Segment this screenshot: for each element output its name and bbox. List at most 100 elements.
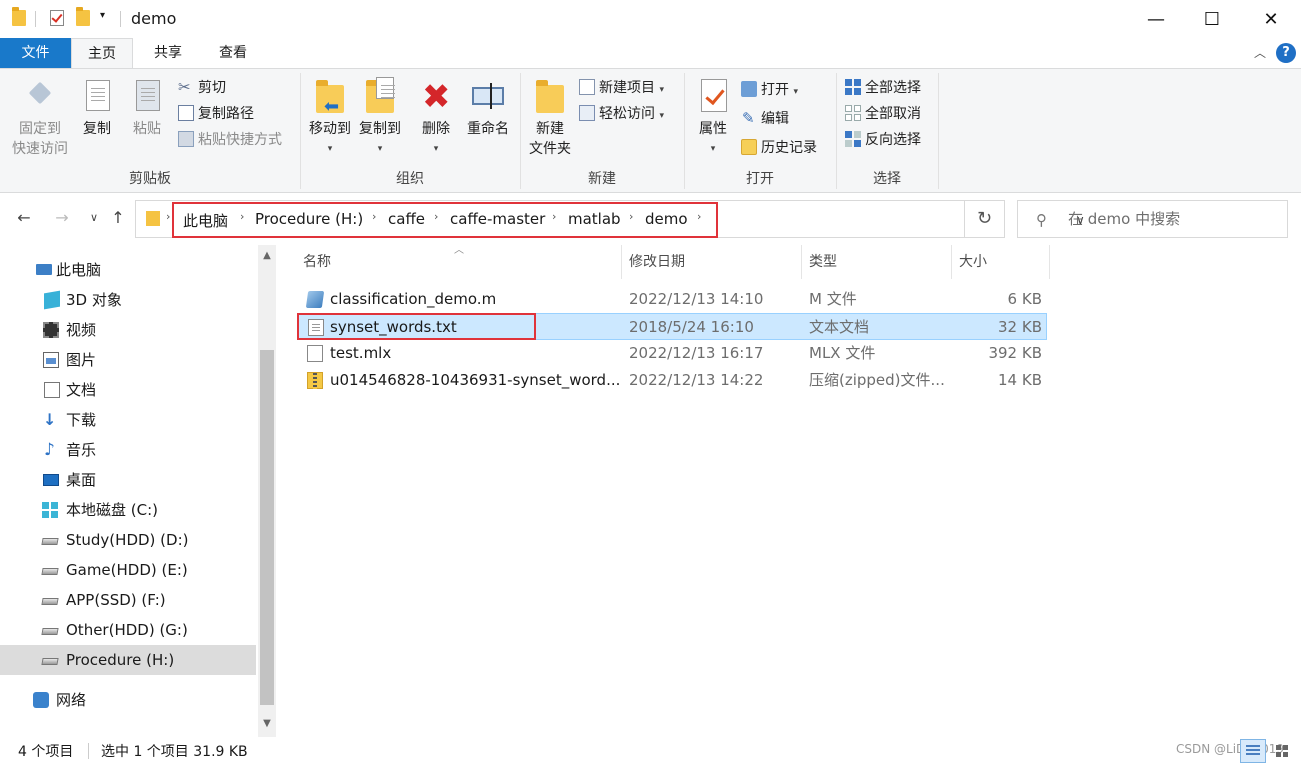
nav-item-videos[interactable]: 视频 [0,315,256,345]
search-input[interactable] [1068,209,1278,229]
column-header-date[interactable]: 修改日期 [629,245,685,279]
details-view-icon[interactable] [1240,739,1266,763]
divider [120,11,121,27]
desktop-icon [43,474,59,486]
nav-item-pictures[interactable]: 图片 [0,345,256,375]
copy-button[interactable]: 复制 [76,77,118,139]
copy-path-button[interactable]: 复制路径 [178,103,254,125]
nav-item-drive-e[interactable]: Game(HDD) (E:) [0,555,256,585]
file-row[interactable]: u014546828-10436931-synset_word... 2022/… [298,367,1047,394]
collapse-ribbon-icon[interactable]: ︿ [1252,44,1268,60]
music-icon: ♪ [44,440,55,460]
history-button[interactable]: 历史记录 [741,137,817,159]
back-arrow-icon[interactable]: ← [12,206,36,230]
open-group-label: 打开 [746,171,774,187]
tab-view[interactable]: 查看 [202,38,264,68]
drive-icon [41,568,59,575]
copy-path-label: 复制路径 [198,106,254,122]
nav-item-documents[interactable]: 文档 [0,375,256,405]
recent-locations-chevron-icon[interactable]: ∨ [82,206,106,230]
nav-item-drive-c[interactable]: 本地磁盘 (C:) [0,495,256,525]
new-item-button[interactable]: 新建项目 ▾ [579,77,664,99]
nav-item-drive-g[interactable]: Other(HDD) (G:) [0,615,256,645]
search-box[interactable]: ⚲ [1017,200,1288,238]
divider [88,743,89,759]
breadcrumb-chevron-icon[interactable]: › [166,210,170,223]
file-explorer-window: ▾ demo — ☐ ✕ 文件 主页 共享 查看 ︿ ? 固定到 快速访问 复制 [0,0,1301,765]
invert-selection-button[interactable]: 反向选择 [845,129,921,151]
clipboard-group-label: 剪贴板 [129,171,171,187]
column-divider[interactable] [801,245,802,279]
column-header-size[interactable]: 大小 [959,245,987,279]
nav-item-this-pc[interactable]: 此电脑 [0,255,256,285]
close-button[interactable]: ✕ [1243,0,1299,38]
maximize-button[interactable]: ☐ [1184,0,1240,38]
navigation-scrollbar[interactable]: ▲ ▼ [258,245,276,737]
properties-icon [695,77,731,115]
nav-item-drive-f[interactable]: APP(SSD) (F:) [0,585,256,615]
status-bar: 4 个项目 选中 1 个项目 31.9 KB CSDN @LiDB2019 [0,737,1301,765]
minimize-button[interactable]: — [1128,0,1184,38]
new-folder-quick-icon[interactable] [76,7,90,26]
help-button[interactable]: ? [1276,43,1296,63]
delete-button[interactable]: ✖ 删除 ▾ [415,77,457,159]
new-folder-button[interactable]: 新建 文件夹 [523,77,577,159]
open-button[interactable]: 打开 ▾ [741,79,798,101]
nav-item-network[interactable]: 网络 [0,685,256,715]
drive-icon [41,538,59,545]
window-title: demo [131,9,177,28]
column-divider[interactable] [621,245,622,279]
paste-button[interactable]: 粘贴 [126,77,168,139]
select-none-button[interactable]: 全部取消 [845,103,921,125]
edit-button[interactable]: 编辑 [741,107,789,130]
computer-icon [36,264,52,275]
history-label: 历史记录 [761,140,817,156]
easy-access-icon [579,105,595,121]
paste-shortcut-label: 粘贴快捷方式 [198,132,282,148]
properties-quick-icon[interactable] [50,10,64,26]
cut-button[interactable]: 剪切 [178,76,226,99]
refresh-icon[interactable]: ↻ [965,200,1005,238]
file-name: test.mlx [330,344,392,362]
copy-to-icon [362,77,398,115]
scrollbar-thumb[interactable] [260,350,274,705]
nav-item-desktop[interactable]: 桌面 [0,465,256,495]
file-name: classification_demo.m [330,290,497,308]
file-row[interactable]: classification_demo.m 2022/12/13 14:10 M… [298,286,1047,313]
nav-item-3d-objects[interactable]: 3D 对象 [0,285,256,315]
column-divider[interactable] [1049,245,1050,279]
up-arrow-icon[interactable]: ↑ [106,206,130,230]
file-size: 14 KB [998,371,1042,389]
file-date: 2018/5/24 16:10 [629,318,754,336]
large-icons-view-icon[interactable] [1270,739,1296,763]
file-annotation-box [297,313,536,340]
nav-item-music[interactable]: ♪ 音乐 [0,435,256,465]
tab-file[interactable]: 文件 [0,38,71,68]
move-to-button[interactable]: ⬅ 移动到 ▾ [305,77,355,159]
select-all-button[interactable]: 全部选择 [845,77,921,99]
column-divider[interactable] [951,245,952,279]
column-header-name[interactable]: 名称 [303,245,331,279]
network-icon [33,692,49,708]
rename-button[interactable]: 重命名 [463,77,513,139]
nav-item-downloads[interactable]: ↓ 下载 [0,405,256,435]
forward-arrow-icon[interactable]: → [50,206,74,230]
new-group-label: 新建 [588,171,616,187]
nav-item-drive-d[interactable]: Study(HDD) (D:) [0,525,256,555]
pin-quick-access-button[interactable]: 固定到 快速访问 [6,77,74,159]
tab-home[interactable]: 主页 [71,38,133,69]
paste-shortcut-button[interactable]: 粘贴快捷方式 [178,129,282,151]
copy-to-button[interactable]: 复制到 ▾ [355,77,405,159]
select-none-label: 全部取消 [865,106,921,122]
nav-item-drive-h[interactable]: Procedure (H:) [0,645,256,675]
delete-x-icon: ✖ [422,77,451,117]
properties-button[interactable]: 属性 ▾ [689,77,737,159]
customize-quick-access-icon[interactable]: ▾ [100,10,105,21]
column-header-type[interactable]: 类型 [809,245,837,279]
easy-access-button[interactable]: 轻松访问 ▾ [579,103,664,125]
scroll-down-icon[interactable]: ▼ [258,715,276,733]
scroll-up-icon[interactable]: ▲ [258,247,276,265]
file-row[interactable]: test.mlx 2022/12/13 16:17 MLX 文件 392 KB [298,340,1047,367]
tab-share[interactable]: 共享 [137,38,199,68]
windows-drive-icon [42,502,58,518]
